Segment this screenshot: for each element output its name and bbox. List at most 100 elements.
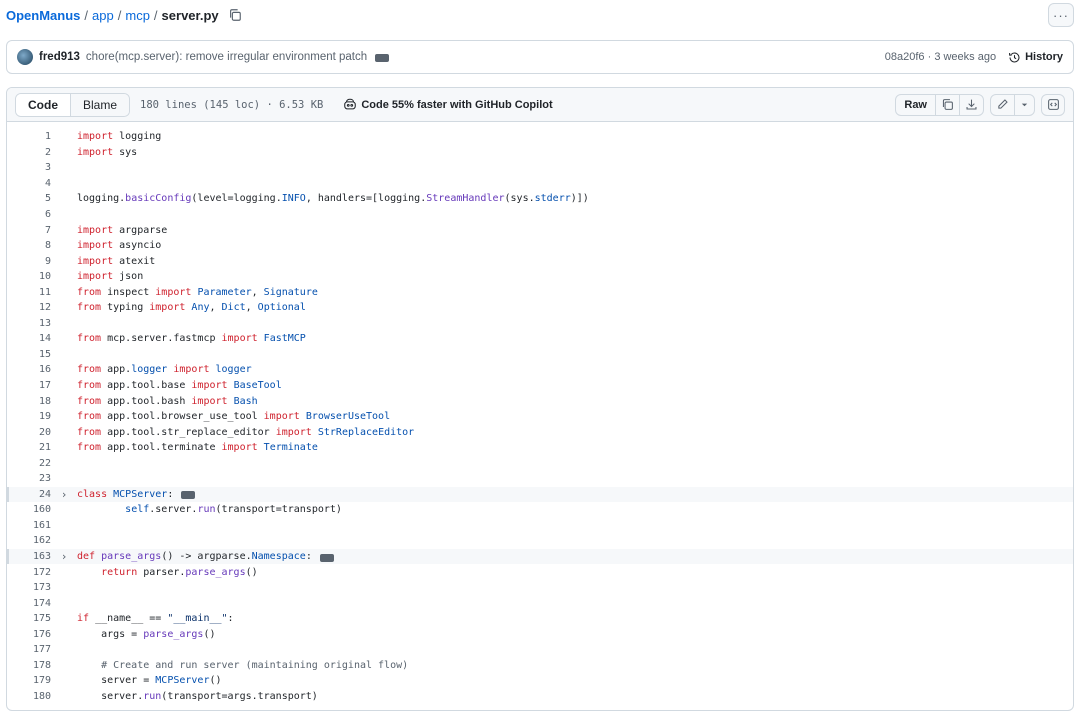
code-line: 18 from app.tool.bash import Bash xyxy=(7,393,1073,409)
line-number[interactable]: 19 xyxy=(7,411,51,422)
line-number[interactable]: 21 xyxy=(7,442,51,453)
history-button[interactable]: History xyxy=(1008,51,1063,64)
line-number[interactable]: 173 xyxy=(7,582,51,593)
copilot-label: Code 55% faster with GitHub Copilot xyxy=(361,98,553,111)
line-number[interactable]: 175 xyxy=(7,613,51,624)
line-number[interactable]: 17 xyxy=(7,380,51,391)
line-number[interactable]: 180 xyxy=(7,691,51,702)
line-number[interactable]: 1 xyxy=(7,131,51,142)
line-number[interactable]: 18 xyxy=(7,396,51,407)
commit-message[interactable]: chore(mcp.server): remove irregular envi… xyxy=(86,51,367,63)
code-line: 21 from app.tool.terminate import Termina… xyxy=(7,440,1073,456)
code-text: class MCPServer: xyxy=(77,488,174,500)
code-line: 1 import logging xyxy=(7,129,1073,145)
line-number[interactable]: 8 xyxy=(7,240,51,251)
code-text: def parse_args() -> argparse.Namespace: xyxy=(77,551,312,563)
line-number[interactable]: 7 xyxy=(7,225,51,236)
breadcrumb-mcp-link[interactable]: mcp xyxy=(125,8,150,23)
line-number[interactable]: 13 xyxy=(7,318,51,329)
expand-commit-message-icon[interactable] xyxy=(375,54,390,62)
more-options-button[interactable]: ··· xyxy=(1048,3,1074,27)
folded-code-line: 24 › class MCPServer: xyxy=(7,486,1073,503)
copy-raw-button[interactable] xyxy=(936,94,960,115)
line-number[interactable]: 2 xyxy=(7,147,51,158)
code-text: # Create and run server (maintaining ori… xyxy=(77,659,409,671)
code-text: import asyncio xyxy=(77,240,162,252)
file-meta: 180 lines (145 loc) · 6.53 KB xyxy=(140,98,324,111)
code-text: self.server.run(transport=transport) xyxy=(125,504,342,516)
code-line: 19 from app.tool.browser_use_tool import … xyxy=(7,409,1073,425)
folded-code-line: 163 › def parse_args() -> argparse.Namespa… xyxy=(7,548,1073,565)
symbols-panel-button[interactable] xyxy=(1041,93,1065,116)
code-text: from mcp.server.fastmcp import FastMCP xyxy=(77,333,306,345)
history-label: History xyxy=(1025,51,1063,63)
edit-dropdown-button[interactable] xyxy=(1015,95,1034,115)
code-text: from app.logger import logger xyxy=(77,364,252,376)
line-number[interactable]: 11 xyxy=(7,287,51,298)
code-line: 22 xyxy=(7,455,1073,471)
line-number[interactable]: 10 xyxy=(7,271,51,282)
avatar[interactable] xyxy=(17,49,33,65)
line-number[interactable]: 14 xyxy=(7,333,51,344)
copy-path-icon[interactable] xyxy=(227,7,243,23)
line-number[interactable]: 20 xyxy=(7,427,51,438)
tab-code[interactable]: Code xyxy=(16,93,71,116)
line-number[interactable]: 163 xyxy=(7,551,51,562)
code-text: import argparse xyxy=(77,224,168,236)
code-square-icon xyxy=(1047,99,1059,110)
code-line: 20 from app.tool.str_replace_editor impor… xyxy=(7,424,1073,440)
line-number[interactable]: 24 xyxy=(7,489,51,500)
line-number[interactable]: 174 xyxy=(7,598,51,609)
expand-folded-code-icon[interactable] xyxy=(181,491,196,500)
line-number[interactable]: 162 xyxy=(7,535,51,546)
expand-folded-code-icon[interactable] xyxy=(319,553,334,562)
code-line: 174 xyxy=(7,595,1073,611)
line-number[interactable]: 3 xyxy=(7,162,51,173)
file-toolbar: Code Blame 180 lines (145 loc) · 6.53 KB… xyxy=(7,88,1073,122)
line-number[interactable]: 179 xyxy=(7,675,51,686)
tab-blame[interactable]: Blame xyxy=(71,93,130,116)
copilot-icon xyxy=(344,98,357,110)
code-text: import atexit xyxy=(77,255,156,267)
chevron-right-icon[interactable]: › xyxy=(51,488,77,501)
file-actions: Raw xyxy=(895,93,1065,116)
line-number[interactable]: 160 xyxy=(7,504,51,515)
copy-icon xyxy=(942,99,953,110)
line-number[interactable]: 9 xyxy=(7,256,51,267)
edit-button[interactable] xyxy=(991,94,1015,115)
breadcrumb-app-link[interactable]: app xyxy=(92,8,114,23)
code-line: 8 import asyncio xyxy=(7,238,1073,254)
line-number[interactable]: 22 xyxy=(7,458,51,469)
code-line: 6 xyxy=(7,207,1073,223)
breadcrumb-repo-link[interactable]: OpenManus xyxy=(6,8,80,23)
line-number[interactable]: 177 xyxy=(7,644,51,655)
chevron-right-icon[interactable]: › xyxy=(51,550,77,563)
line-number[interactable]: 6 xyxy=(7,209,51,220)
line-number[interactable]: 4 xyxy=(7,178,51,189)
code-line: 177 xyxy=(7,642,1073,658)
code-text: server.run(transport=args.transport) xyxy=(77,690,318,702)
download-button[interactable] xyxy=(960,95,983,115)
copilot-link[interactable]: Code 55% faster with GitHub Copilot xyxy=(343,98,553,111)
breadcrumb-separator: / xyxy=(84,7,89,23)
commit-author[interactable]: fred913 xyxy=(39,51,80,63)
code-line: 17 from app.tool.base import BaseTool xyxy=(7,378,1073,394)
code-view: 1 import logging 2 import sys 3 4 5 logging.bas… xyxy=(7,122,1073,704)
line-number[interactable]: 178 xyxy=(7,660,51,671)
line-number[interactable]: 161 xyxy=(7,520,51,531)
code-text: from app.tool.str_replace_editor import … xyxy=(77,426,415,438)
pencil-icon xyxy=(998,99,1008,109)
line-number[interactable]: 16 xyxy=(7,364,51,375)
line-number[interactable]: 176 xyxy=(7,629,51,640)
code-line: 173 xyxy=(7,580,1073,596)
history-icon xyxy=(1009,51,1020,62)
line-number[interactable]: 23 xyxy=(7,473,51,484)
commit-hash-time[interactable]: 08a20f6 · 3 weeks ago xyxy=(885,51,996,63)
commit-info: 08a20f6 · 3 weeks ago History xyxy=(885,51,1063,64)
line-number[interactable]: 5 xyxy=(7,193,51,204)
line-number[interactable]: 12 xyxy=(7,302,51,313)
code-text: from inspect import Parameter, Signature xyxy=(77,286,318,298)
line-number[interactable]: 172 xyxy=(7,567,51,578)
line-number[interactable]: 15 xyxy=(7,349,51,360)
raw-button[interactable]: Raw xyxy=(896,94,936,115)
